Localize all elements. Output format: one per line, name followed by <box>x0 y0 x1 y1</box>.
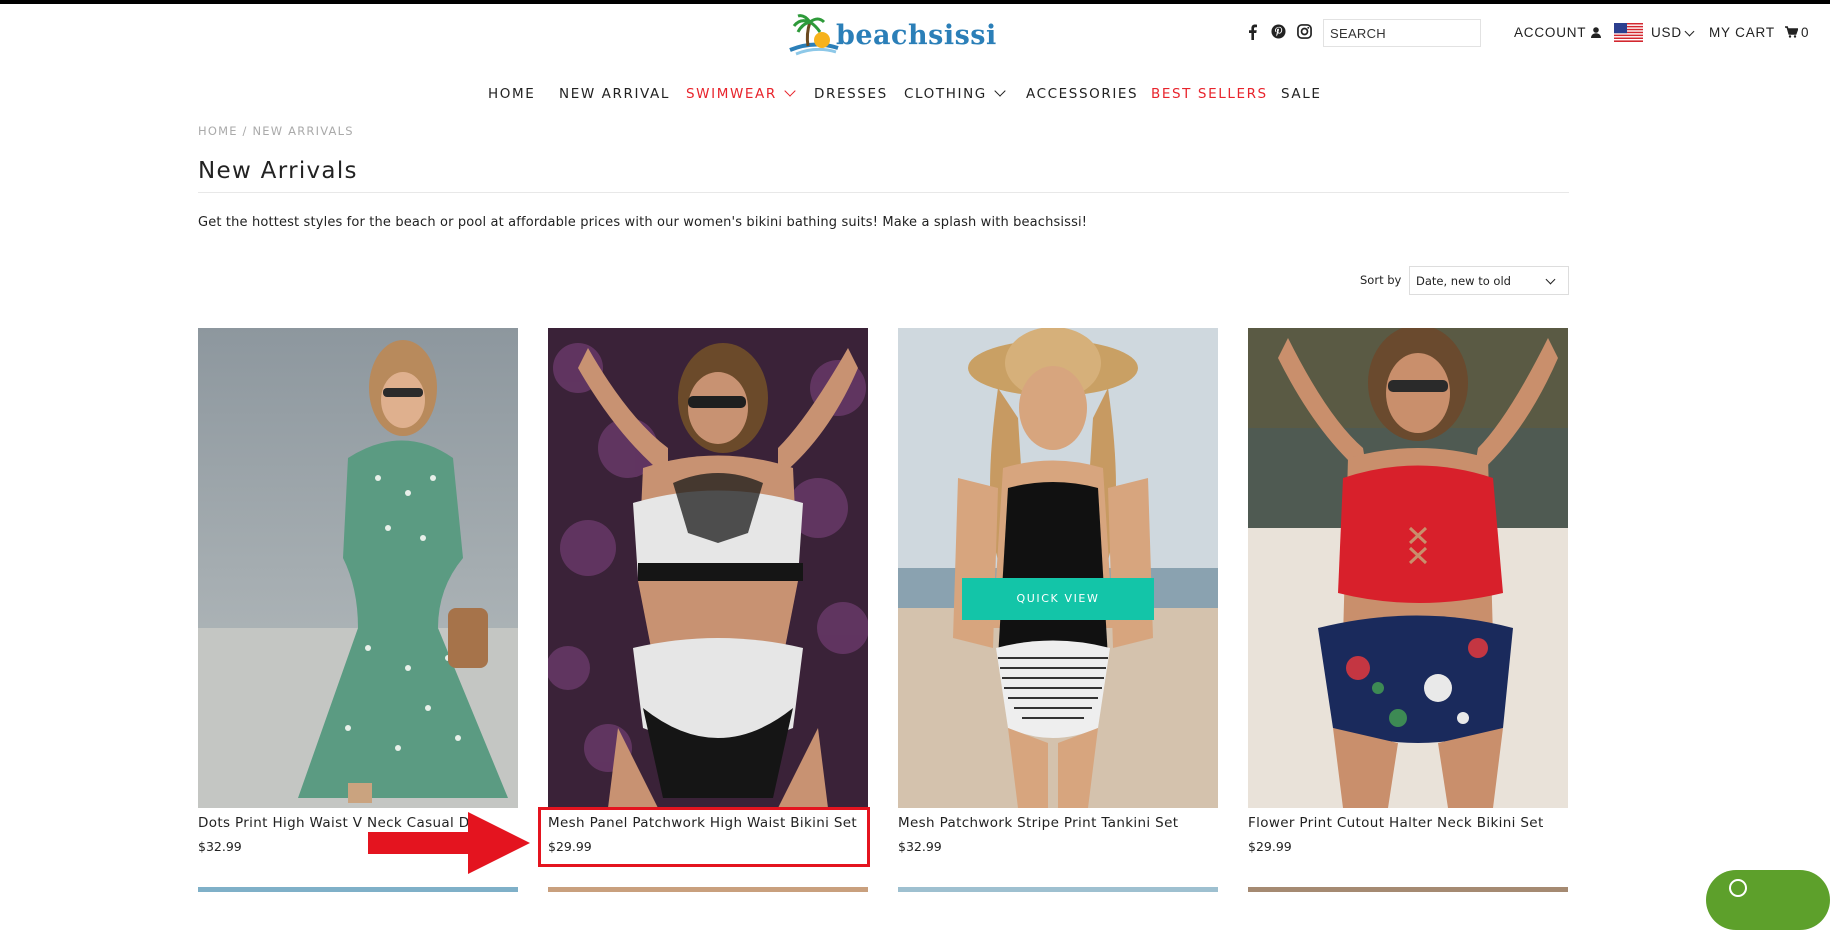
product-image-peek <box>1248 887 1568 892</box>
logo-wordmark: beachsissi <box>836 20 997 51</box>
product-card[interactable]: Dots Print High Waist V Neck Casual D $3… <box>198 328 518 854</box>
nav-sale[interactable]: SALE <box>1281 86 1322 102</box>
page-title: New Arrivals <box>198 158 358 184</box>
instagram-icon[interactable] <box>1297 24 1312 39</box>
product-price: $32.99 <box>898 839 942 854</box>
chevron-down-icon <box>1684 26 1695 37</box>
chevron-down-icon <box>784 85 796 97</box>
chevron-down-icon <box>1545 274 1556 285</box>
nav-swimwear-label: SWIMWEAR <box>686 86 777 102</box>
top-border <box>0 0 1830 4</box>
site-logo[interactable]: beachsissi <box>786 14 996 56</box>
nav-best-sellers[interactable]: BEST SELLERS <box>1151 86 1268 102</box>
palm-tree-icon <box>789 14 839 56</box>
title-divider <box>198 192 1569 193</box>
product-image[interactable] <box>198 328 518 808</box>
product-price: $32.99 <box>198 839 242 854</box>
product-image[interactable]: QUICK VIEW <box>898 328 1218 808</box>
collection-description: Get the hottest styles for the beach or … <box>198 215 1088 230</box>
nav-new-arrival[interactable]: NEW ARRIVAL <box>559 86 670 102</box>
nav-clothing-label: CLOTHING <box>904 86 987 102</box>
chat-icon <box>1729 879 1747 897</box>
chat-widget-button[interactable] <box>1706 870 1830 930</box>
product-name[interactable]: Flower Print Cutout Halter Neck Bikini S… <box>1248 815 1544 831</box>
product-card[interactable]: QUICK VIEW Mesh Patchwork Stripe Print T… <box>898 328 1218 854</box>
cart-icon[interactable] <box>1785 26 1798 38</box>
product-image-peek <box>198 887 518 892</box>
product-card[interactable]: Flower Print Cutout Halter Neck Bikini S… <box>1248 328 1568 854</box>
product-image-peek <box>548 887 868 892</box>
product-name[interactable]: Mesh Patchwork Stripe Print Tankini Set <box>898 815 1178 831</box>
sort-select[interactable]: Date, new to old <box>1409 266 1569 295</box>
quick-view-button[interactable]: QUICK VIEW <box>962 578 1154 620</box>
nav-home[interactable]: HOME <box>488 86 535 102</box>
facebook-icon[interactable] <box>1248 24 1257 40</box>
pinterest-icon[interactable] <box>1271 24 1286 39</box>
product-image[interactable] <box>548 328 868 808</box>
user-icon[interactable] <box>1591 27 1601 38</box>
product-image[interactable] <box>1248 328 1568 808</box>
highlight-box <box>538 807 870 867</box>
nav-clothing[interactable]: CLOTHING <box>904 85 1006 102</box>
search-input[interactable]: SEARCH <box>1323 19 1481 47</box>
us-flag-icon[interactable] <box>1614 23 1643 42</box>
nav-accessories[interactable]: ACCESSORIES <box>1026 86 1138 102</box>
sort-label: Sort by <box>1360 273 1402 287</box>
product-price: $29.99 <box>1248 839 1292 854</box>
cart-count[interactable]: 0 <box>1801 25 1809 40</box>
pointer-arrow-icon <box>368 812 530 874</box>
my-cart-link[interactable]: MY CART <box>1709 25 1775 40</box>
sort-selected-value: Date, new to old <box>1416 274 1511 288</box>
nav-swimwear[interactable]: SWIMWEAR <box>686 85 796 102</box>
account-link[interactable]: ACCOUNT <box>1514 25 1586 40</box>
nav-dresses[interactable]: DRESSES <box>814 86 888 102</box>
currency-selector[interactable]: USD <box>1651 25 1682 40</box>
breadcrumb[interactable]: HOME / NEW ARRIVALS <box>198 124 354 138</box>
product-card[interactable]: Mesh Panel Patchwork High Waist Bikini S… <box>548 328 868 854</box>
product-image-peek <box>898 887 1218 892</box>
chevron-down-icon <box>994 85 1006 97</box>
